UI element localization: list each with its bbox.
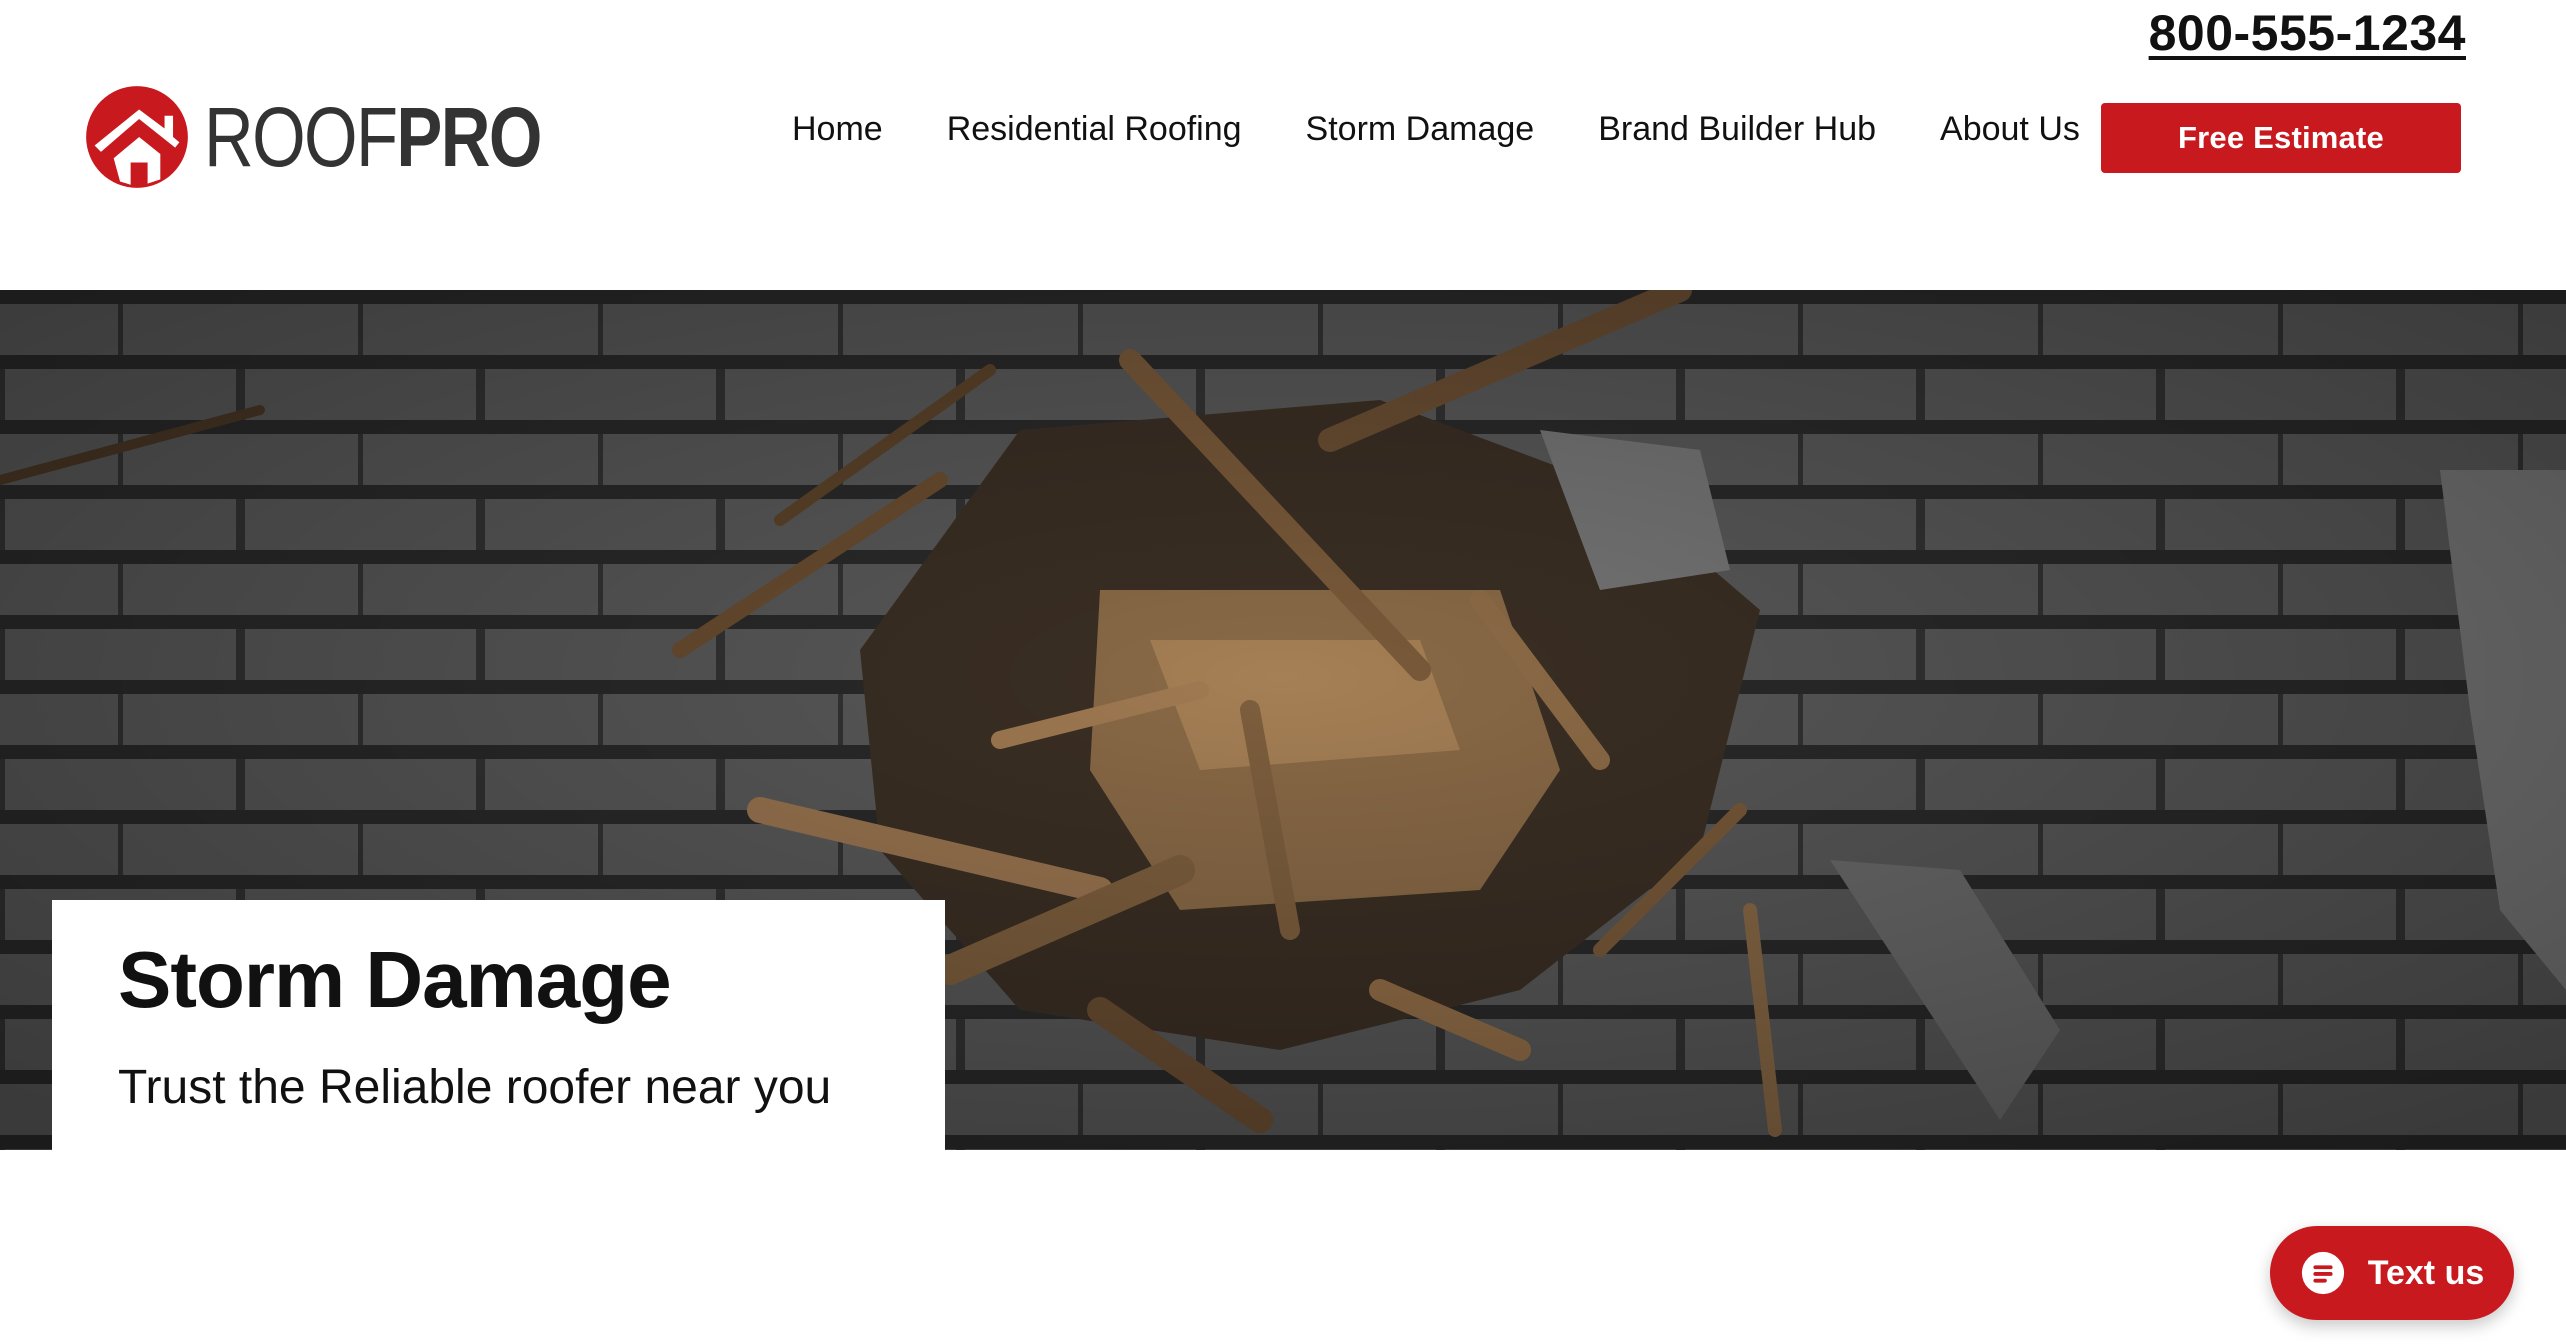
hero-section: Storm Damage Trust the Reliable roofer n… bbox=[0, 290, 2566, 1150]
logo-roof-text: ROOF bbox=[204, 90, 398, 184]
nav-brand-builder-hub[interactable]: Brand Builder Hub bbox=[1598, 110, 1876, 149]
logo-pro-text: PRO bbox=[396, 90, 542, 184]
site-header: ROOFPRO Home Residential Roofing Storm D… bbox=[0, 0, 2566, 290]
page-title: Storm Damage bbox=[118, 935, 672, 1024]
nav-home[interactable]: Home bbox=[792, 110, 883, 149]
nav-residential-roofing[interactable]: Residential Roofing bbox=[947, 110, 1242, 149]
hero-subtitle: Trust the Reliable roofer near you bbox=[118, 1061, 832, 1114]
text-us-label: Text us bbox=[2367, 1253, 2485, 1292]
logo-wordmark: ROOFPRO bbox=[204, 95, 542, 179]
text-us-button[interactable]: Text us bbox=[2270, 1226, 2514, 1320]
nav-storm-damage[interactable]: Storm Damage bbox=[1306, 110, 1535, 149]
roofpro-logo[interactable]: ROOFPRO bbox=[84, 84, 615, 190]
chat-bubble-icon bbox=[2301, 1251, 2344, 1295]
nav-about-us[interactable]: About Us bbox=[1940, 110, 2080, 149]
hero-card: Storm Damage Trust the Reliable roofer n… bbox=[52, 900, 945, 1150]
roof-logo-icon bbox=[86, 86, 188, 188]
free-estimate-button[interactable]: Free Estimate bbox=[2101, 103, 2461, 173]
main-nav: Home Residential Roofing Storm Damage Br… bbox=[792, 110, 2144, 149]
